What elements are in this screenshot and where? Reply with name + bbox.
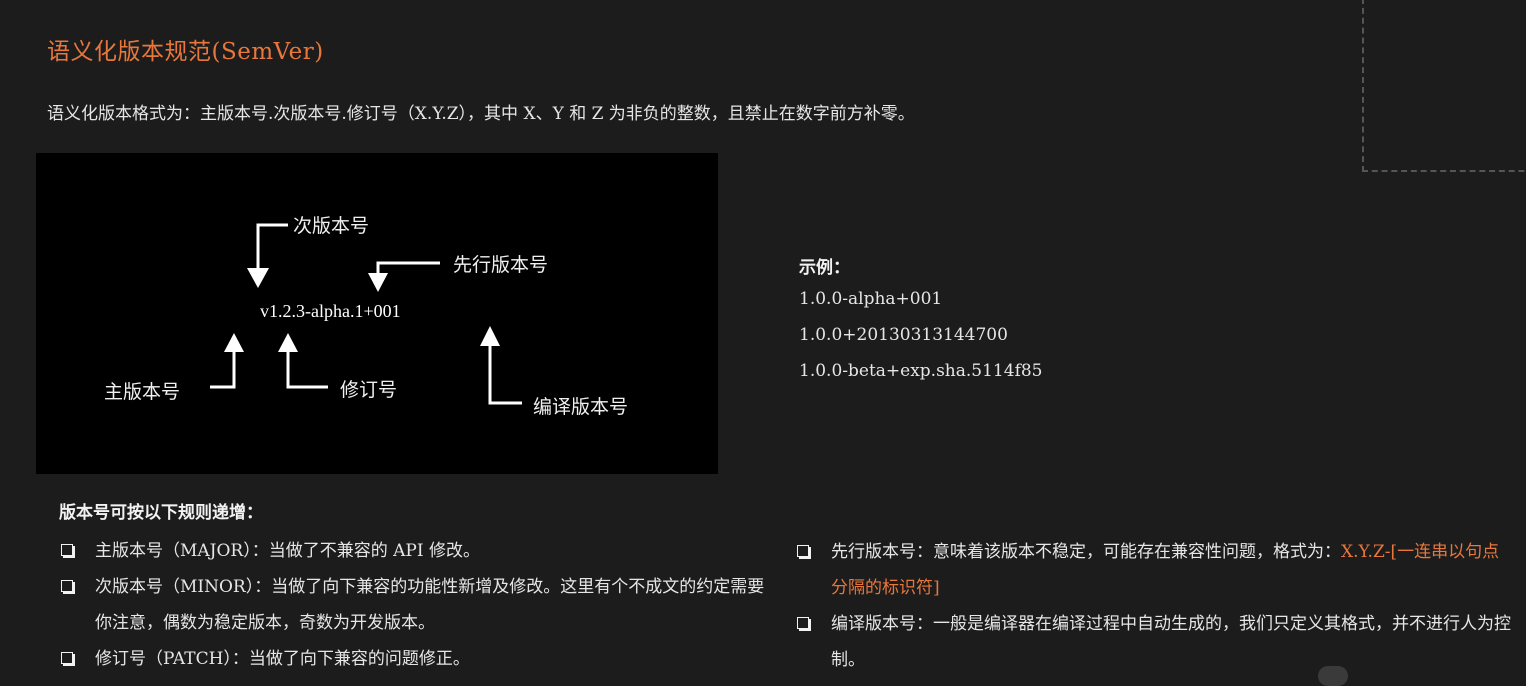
- rules-title: 版本号可按以下规则递增：: [59, 503, 263, 523]
- example-item: 1.0.0-alpha+001: [799, 289, 943, 309]
- example-item: 1.0.0+20130313144700: [799, 325, 1008, 345]
- rule-minor: 次版本号（MINOR）：当做了向下兼容的功能性新增及修改。这里有个不成文的约定需…: [60, 569, 780, 641]
- label-minor-version: 次版本号: [293, 215, 370, 237]
- checkbox-bullet-icon: [797, 617, 809, 629]
- arrowhead-prerelease: [368, 273, 388, 292]
- rules-list-right: 先行版本号：意味着该版本不稳定，可能存在兼容性问题，格式为：X.Y.Z-[一连串…: [796, 534, 1516, 678]
- version-string: v1.2.3-alpha.1+001: [260, 301, 401, 321]
- label-patch-version: 修订号: [340, 379, 398, 401]
- rule-major: 主版本号（MAJOR）：当做了不兼容的 API 修改。: [60, 533, 780, 569]
- rule-prerelease: 先行版本号：意味着该版本不稳定，可能存在兼容性问题，格式为：X.Y.Z-[一连串…: [796, 534, 1516, 606]
- arrowhead-minor: [247, 268, 269, 288]
- semver-diagram: 次版本号 先行版本号 v1.2.3-alpha.1+001 主版本号 修订号 编…: [36, 153, 718, 474]
- rule-patch: 修订号（PATCH）：当做了向下兼容的问题修正。: [60, 641, 780, 677]
- label-major-version: 主版本号: [104, 381, 181, 403]
- arrowhead-patch: [278, 333, 298, 352]
- rule-text: 主版本号（MAJOR）：当做了不兼容的 API 修改。: [95, 541, 480, 561]
- rule-text: 编译版本号：一般是编译器在编译过程中自动生成的，我们只定义其格式，并不进行人为控…: [831, 614, 1511, 670]
- arrow-patch: [286, 349, 328, 389]
- arrow-build: [488, 343, 522, 405]
- decorative-dashed-corner: [1362, 0, 1526, 172]
- scroll-handle[interactable]: [1318, 666, 1348, 686]
- arrow-minor: [256, 223, 288, 271]
- intro-paragraph: 语义化版本格式为：主版本号.次版本号.修订号（X.Y.Z），其中 X、Y 和 Z…: [47, 104, 915, 124]
- rule-text: 次版本号（MINOR）：当做了向下兼容的功能性新增及修改。这里有个不成文的约定需…: [95, 577, 765, 633]
- rule-build: 编译版本号：一般是编译器在编译过程中自动生成的，我们只定义其格式，并不进行人为控…: [796, 606, 1516, 678]
- page-title: 语义化版本规范(SemVer): [47, 39, 324, 65]
- example-item: 1.0.0-beta+exp.sha.5114f85: [799, 361, 1043, 381]
- checkbox-bullet-icon: [61, 544, 73, 556]
- examples-title: 示例：: [799, 258, 850, 278]
- arrowhead-major: [224, 333, 244, 352]
- label-prerelease-version: 先行版本号: [453, 254, 549, 276]
- checkbox-bullet-icon: [61, 652, 73, 664]
- checkbox-bullet-icon: [797, 545, 809, 557]
- arrowhead-build: [480, 326, 500, 346]
- label-build-version: 编译版本号: [533, 396, 629, 418]
- examples-block: 示例： 1.0.0-alpha+001 1.0.0+20130313144700…: [799, 253, 1043, 396]
- rule-text: 先行版本号：意味着该版本不稳定，可能存在兼容性问题，格式为：: [831, 542, 1341, 562]
- rule-text: 修订号（PATCH）：当做了向下兼容的问题修正。: [95, 649, 470, 669]
- arrow-major: [210, 349, 236, 389]
- checkbox-bullet-icon: [61, 580, 73, 592]
- rules-list-left: 主版本号（MAJOR）：当做了不兼容的 API 修改。 次版本号（MINOR）：…: [60, 533, 780, 677]
